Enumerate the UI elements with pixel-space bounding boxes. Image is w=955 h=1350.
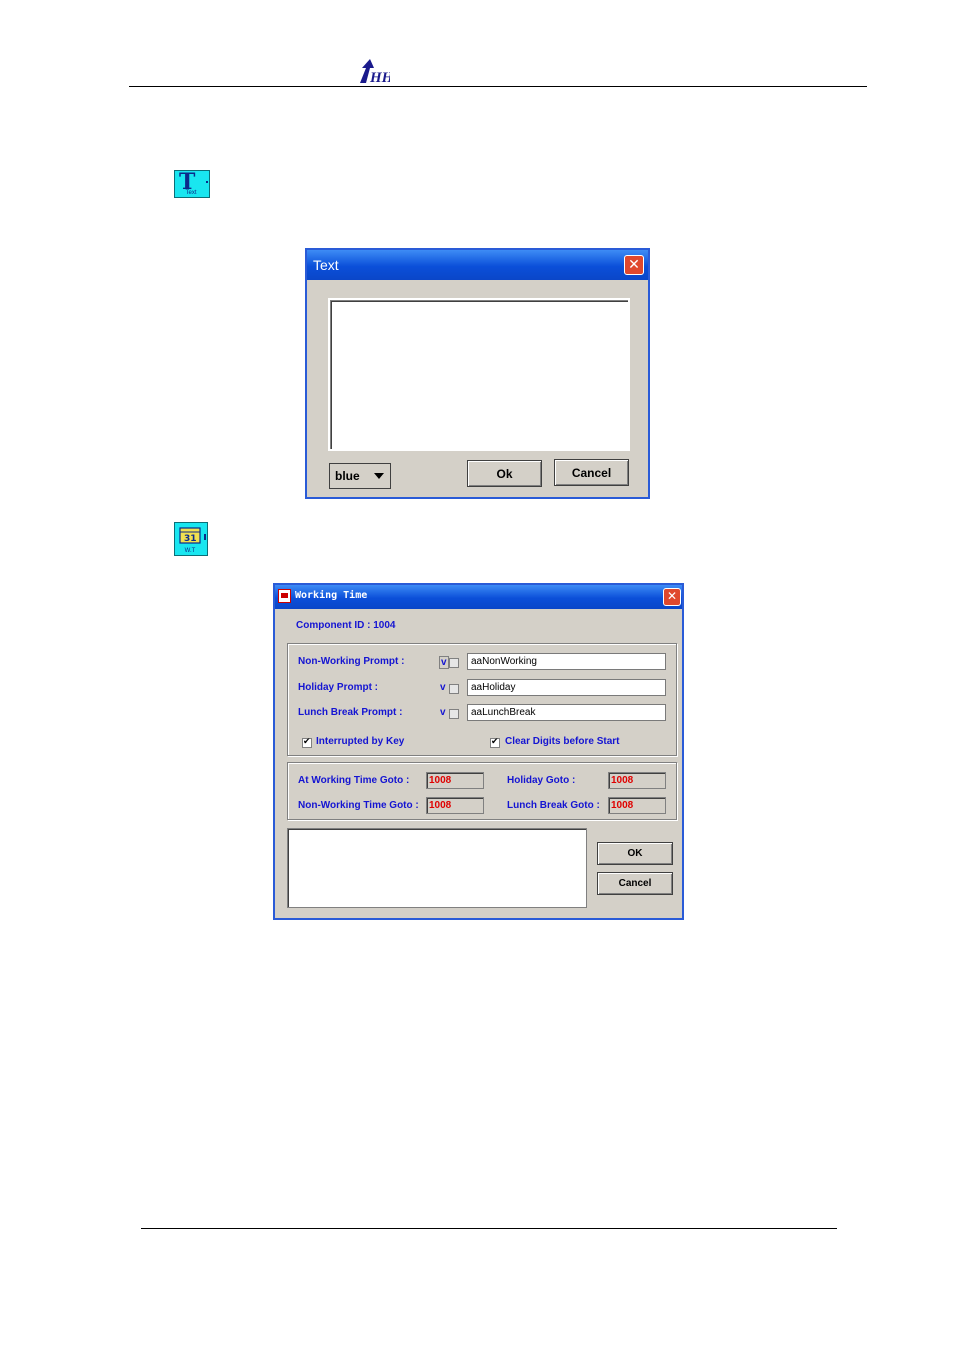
- cancel-button[interactable]: Cancel: [554, 459, 629, 486]
- svg-text:31: 31: [184, 534, 197, 544]
- color-select-value: blue: [335, 469, 360, 483]
- working-time-dialog: Working Time ✕ Component ID : 1004 Non-W…: [273, 583, 684, 920]
- non-working-prompt-label: Non-Working Prompt :: [298, 656, 405, 667]
- clear-digits-checkbox[interactable]: [490, 736, 500, 748]
- company-logo: HH: [358, 58, 395, 86]
- header-rule: [129, 86, 867, 87]
- holiday-prompt-checkbox[interactable]: [449, 684, 459, 694]
- holiday-prompt-label: Holiday Prompt :: [298, 682, 379, 693]
- footer-rule: [141, 1228, 837, 1229]
- text-tool-caption: Text: [185, 190, 197, 196]
- text-tool-icon[interactable]: T Text: [174, 169, 210, 198]
- lunch-break-prompt-label: Lunch Break Prompt :: [298, 707, 403, 718]
- non-working-prompt-field[interactable]: aaNonWorking: [467, 653, 666, 670]
- interrupted-by-key-checkbox[interactable]: [302, 736, 312, 748]
- component-id: Component ID : 1004: [296, 620, 396, 631]
- calendar-clock-icon: 31: [179, 527, 206, 544]
- svg-text:HH: HH: [369, 70, 390, 84]
- text-dialog: Text ✕ blue Ok Cancel: [305, 248, 650, 499]
- clear-digits-label: Clear Digits before Start: [505, 736, 620, 747]
- lunch-break-voice-toggle[interactable]: v: [440, 707, 446, 718]
- prompts-group: Non-Working Prompt : v aaNonWorking Holi…: [287, 643, 677, 756]
- ok-button[interactable]: Ok: [467, 460, 542, 487]
- holiday-goto-field[interactable]: 1008: [608, 772, 666, 789]
- working-time-tool-icon[interactable]: 31 W.T: [174, 522, 208, 556]
- lunch-break-prompt-checkbox[interactable]: [449, 709, 459, 719]
- at-working-goto-field[interactable]: 1008: [426, 772, 484, 789]
- close-icon[interactable]: ✕: [663, 588, 681, 606]
- color-select[interactable]: blue: [329, 463, 391, 489]
- goto-group: At Working Time Goto : 1008 Holiday Goto…: [287, 762, 677, 820]
- memo-field[interactable]: [287, 828, 587, 908]
- interrupted-by-key-label: Interrupted by Key: [316, 736, 405, 747]
- text-content-input[interactable]: [328, 298, 630, 451]
- working-time-title: Working Time: [295, 590, 368, 601]
- close-icon[interactable]: ✕: [624, 255, 644, 275]
- chevron-down-icon: [374, 473, 384, 479]
- text-dialog-title: Text: [313, 257, 339, 273]
- app-icon: [278, 589, 291, 603]
- working-time-tool-caption: W.T: [184, 548, 196, 554]
- lunch-break-goto-field[interactable]: 1008: [608, 797, 666, 814]
- non-working-prompt-checkbox[interactable]: [449, 658, 459, 668]
- non-working-voice-toggle[interactable]: v: [439, 656, 449, 669]
- non-working-goto-field[interactable]: 1008: [426, 797, 484, 814]
- at-working-goto-label: At Working Time Goto :: [298, 775, 410, 786]
- cancel-button[interactable]: Cancel: [597, 872, 673, 895]
- text-tool-nub: [206, 181, 208, 183]
- holiday-voice-toggle[interactable]: v: [440, 682, 446, 693]
- text-dialog-titlebar[interactable]: Text ✕: [307, 250, 648, 280]
- holiday-prompt-field[interactable]: aaHoliday: [467, 679, 666, 696]
- holiday-goto-label: Holiday Goto :: [507, 775, 576, 786]
- working-time-titlebar[interactable]: Working Time ✕: [275, 585, 682, 609]
- lunch-break-goto-label: Lunch Break Goto :: [507, 800, 600, 811]
- ok-button[interactable]: OK: [597, 842, 673, 865]
- non-working-goto-label: Non-Working Time Goto :: [298, 800, 419, 811]
- lunch-break-prompt-field[interactable]: aaLunchBreak: [467, 704, 666, 721]
